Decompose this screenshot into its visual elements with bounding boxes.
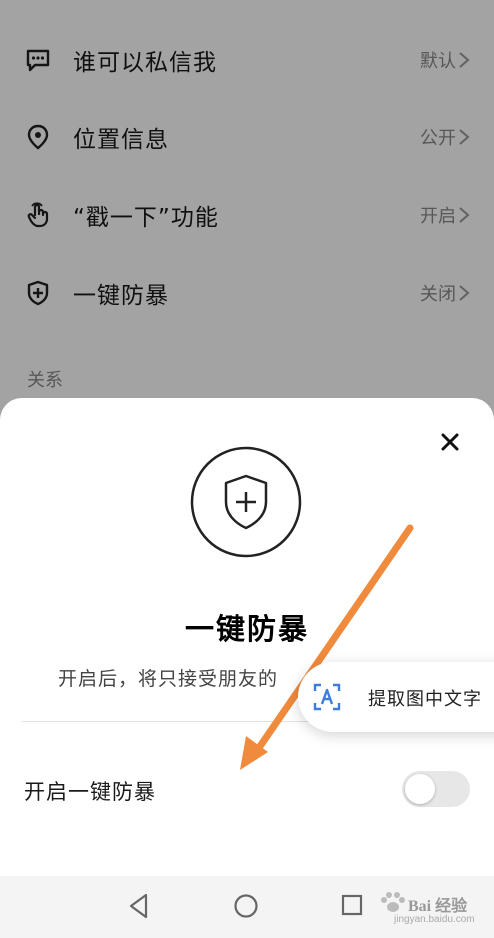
sheet-title: 一键防暴 xyxy=(184,612,309,646)
watermark-brand: Bai 经验 xyxy=(408,898,468,915)
nav-home-icon[interactable] xyxy=(233,893,259,919)
watermark-url: jingyan.baidu.com xyxy=(394,914,475,925)
system-nav-bar: Bai 经验 jingyan.baidu.com xyxy=(0,876,494,938)
sheet-description: 开启后，将只接受朋友的 xyxy=(58,668,279,690)
shield-plus-icon xyxy=(190,446,302,558)
extract-text-button[interactable]: 提取图中文字 xyxy=(298,662,494,732)
toggle-knob xyxy=(405,774,435,804)
anti-harassment-toggle[interactable] xyxy=(402,771,470,807)
close-icon[interactable] xyxy=(438,430,462,454)
toggle-label: 开启一键防暴 xyxy=(24,780,156,804)
watermark: Bai 经验 jingyan.baidu.com xyxy=(378,890,488,930)
text-recognition-icon xyxy=(313,683,341,711)
nav-back-icon[interactable] xyxy=(126,892,152,920)
nav-recent-apps-icon[interactable] xyxy=(340,893,364,917)
extract-text-label: 提取图中文字 xyxy=(368,689,482,710)
paw-logo-icon xyxy=(381,892,405,912)
